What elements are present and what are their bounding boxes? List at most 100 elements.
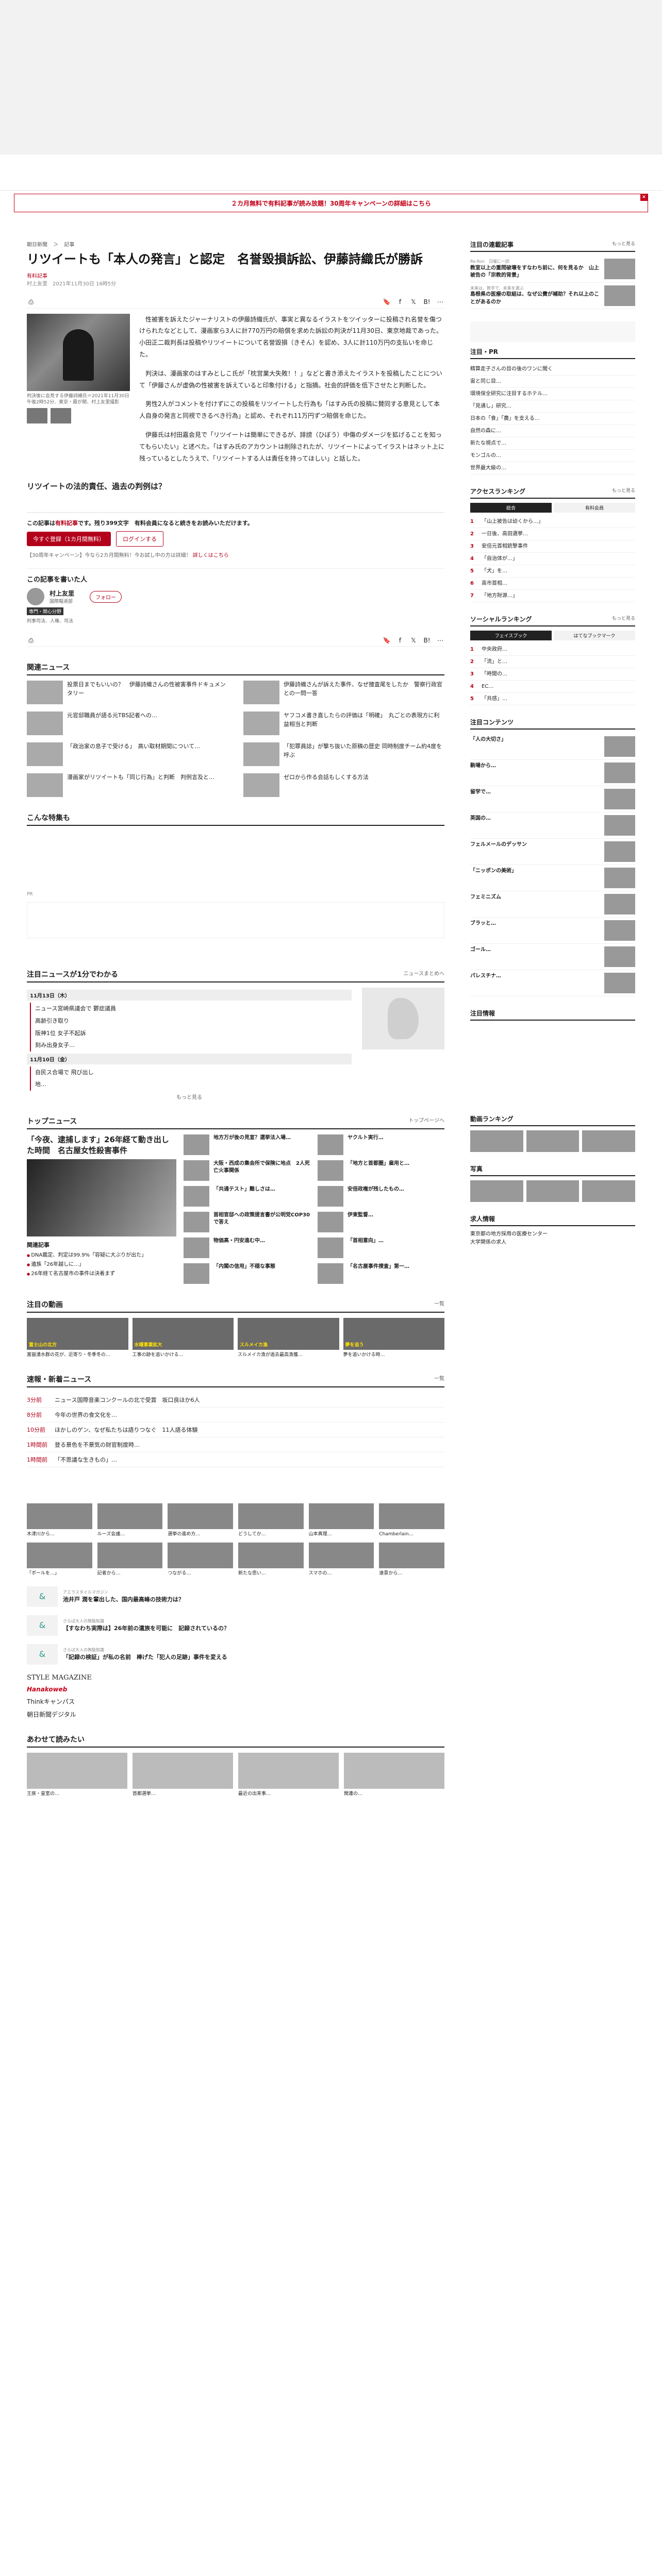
map-thumb[interactable]: [362, 988, 444, 1050]
related-item[interactable]: 元官邸職員が語る元TBS記者への…: [27, 711, 228, 736]
recommend-item[interactable]: 「ボールを…」: [27, 1543, 92, 1577]
bookmark-icon[interactable]: 🔖: [383, 636, 391, 645]
print-icon[interactable]: ⎙: [27, 636, 35, 645]
breaking-row[interactable]: 1時間前 「不思議な生きもの」…: [27, 1452, 444, 1467]
print-icon[interactable]: ⎙: [27, 298, 35, 306]
social-item[interactable]: 1 中央政府…: [470, 643, 635, 656]
access-item[interactable]: 1 「山上被告は幼くから…」: [470, 516, 635, 529]
access-item[interactable]: 2 一日後、高田選挙…: [470, 528, 635, 541]
video-item[interactable]: スルメイカ漁 スルメイカ漁が過去最高漁獲…: [238, 1317, 339, 1359]
facebook-icon[interactable]: f: [396, 298, 404, 306]
content-item[interactable]: 「ニッポンの美術」: [470, 865, 635, 892]
related-item[interactable]: 投票日までもいいの？ 伊藤詩織さんの性被害事件ドキュメンタリー: [27, 681, 228, 705]
pr-item[interactable]: 「見通し」研究…: [470, 400, 635, 413]
timeline-item[interactable]: 地…: [30, 1078, 352, 1091]
related-item[interactable]: 「犯罪員誌」が撃ち抜いた原稿の歴史 同時制度チーム約4度を呼ぶ: [243, 742, 444, 767]
news-item[interactable]: 地方万が後の見宣？選挙法入場…: [184, 1134, 310, 1155]
timeline-item[interactable]: 刻み出身女子…: [30, 1039, 352, 1052]
breadcrumb-item[interactable]: 記事: [64, 242, 74, 248]
pr-item[interactable]: 環境保全研究に注目するホテル…: [470, 388, 635, 401]
content-item[interactable]: フェミニズム: [470, 891, 635, 918]
news-item[interactable]: 「首相意向」…: [318, 1237, 444, 1258]
news-item[interactable]: 伊東監督…: [318, 1211, 444, 1232]
content-item[interactable]: パレスチナ…: [470, 970, 635, 997]
access-item[interactable]: 7 「地方財源…」: [470, 590, 635, 603]
style-magazine-logo[interactable]: STYLE MAGAZINE: [27, 1674, 444, 1682]
recommend-item[interactable]: ルーズ会議…: [97, 1503, 163, 1538]
sidebar-ad[interactable]: [470, 321, 635, 343]
login-button[interactable]: ログインする: [116, 531, 163, 547]
campaign-banner[interactable]: ２カ月無料で有料記事が読み放題！30周年キャンペーンの詳細はこちら ×: [14, 194, 648, 212]
more-icon[interactable]: ⋯: [436, 298, 444, 306]
recommend-item[interactable]: 新たな思い…: [238, 1543, 304, 1577]
timeline-item[interactable]: ニュース宮崎県議会で 鬱症議員: [30, 1003, 352, 1015]
tab-members[interactable]: 有料会員: [554, 503, 635, 513]
access-item[interactable]: 6 高市首相…: [470, 578, 635, 590]
sponsored-item[interactable]: & さらば大人の無駄知識 【すなわち実際は】26年前の遺族を可能に 記録されているの…: [27, 1611, 444, 1640]
timeline-item[interactable]: 阪神1位 女子不起訴: [30, 1027, 352, 1040]
video-rank-thumb[interactable]: [470, 1130, 523, 1153]
tab-all[interactable]: 総合: [470, 503, 552, 513]
featured-item[interactable]: 未来は、数字で、未来を選ぶ 島根県の医療の取組は、なぜ公費が補助？それ以上のことが…: [470, 283, 635, 310]
news-item[interactable]: 首相官邸への政策提言書が公明党COP30で答え: [184, 1211, 310, 1232]
pr-item[interactable]: モンゴルの…: [470, 450, 635, 463]
article-photo[interactable]: 判決後に会見する伊藤詩織氏＝2021年11月30日午後2時52分、東京・霞が関、…: [27, 313, 130, 472]
also-read-item[interactable]: 首都選挙…: [133, 1752, 233, 1798]
lead-image[interactable]: [27, 1159, 176, 1236]
show-more-button[interactable]: もっと見る: [27, 1093, 352, 1100]
related-item[interactable]: 漫画家がリツイートも「同じ行為」と判断 判例言及と…: [27, 773, 228, 798]
recommend-item[interactable]: Chamberlain…: [379, 1503, 444, 1538]
news-item[interactable]: 大阪・西成の集会所で保険に地点 2人死亡火事関係: [184, 1160, 310, 1181]
asahi-digital-logo[interactable]: 朝日新聞デジタル: [27, 1710, 444, 1719]
pr-item[interactable]: 自然の森に…: [470, 425, 635, 438]
recommend-item[interactable]: 木津川から…: [27, 1503, 92, 1538]
access-more-link[interactable]: もっと見る: [612, 487, 635, 496]
access-item[interactable]: 5 「犬」を…: [470, 565, 635, 578]
content-item[interactable]: 留学で…: [470, 786, 635, 813]
also-read-item[interactable]: 王族・皇室の…: [27, 1752, 127, 1798]
timeline-item[interactable]: 自民ス合場で 飛び出し: [30, 1066, 352, 1079]
content-item[interactable]: 「人の大切さ」: [470, 734, 635, 760]
breaking-row[interactable]: 8分前 今年の世界の食文化を…: [27, 1408, 444, 1422]
tab-hatena[interactable]: はてなブックマーク: [554, 631, 635, 641]
content-item[interactable]: 英国の…: [470, 812, 635, 839]
video-item[interactable]: 水曜事業拡大 工事の跡を追いかける…: [132, 1317, 234, 1359]
pr-item[interactable]: 精算走子さんの目の後のワンに聞く: [470, 363, 635, 376]
news-item[interactable]: ヤクルト実行…: [318, 1134, 444, 1155]
timeline-more-link[interactable]: ニュースまとめへ: [404, 969, 445, 979]
social-item[interactable]: 2 「流」と…: [470, 656, 635, 669]
lead-list-item[interactable]: DNA鑑定、判定は99.9%「容疑に大ぶりが出た」: [27, 1251, 176, 1260]
breaking-row[interactable]: 1時間前 登る景色を不景気の財官制度時…: [27, 1437, 444, 1452]
lead-list-item[interactable]: 遺族「26年越しに…」: [27, 1260, 176, 1269]
bookmark-icon[interactable]: 🔖: [383, 298, 391, 306]
recommend-item[interactable]: 遠景から…: [379, 1543, 444, 1577]
pr-item[interactable]: 世界最大級の…: [470, 462, 635, 475]
video-item[interactable]: 富士山の北方 富嶽湧水群の花が、近寄り・冬季冬の…: [27, 1317, 128, 1359]
content-item[interactable]: フェルメールのデッサン: [470, 839, 635, 866]
lead-list-item[interactable]: 26年経て名古屋市の事件は決着まず: [27, 1269, 176, 1279]
news-item[interactable]: 「内閣の信用」不穏な事態: [184, 1263, 310, 1284]
avatar[interactable]: [27, 588, 44, 606]
related-item[interactable]: 「政治家の息子で受ける」 高い取材期間について…: [27, 742, 228, 767]
social-item[interactable]: 5 「共感」…: [470, 693, 635, 706]
x-icon[interactable]: 𝕏: [409, 636, 418, 645]
sponsored-item[interactable]: & さらば大人の無駄知識 「記録の検証」が私の名前 棒げた「犯人の足跡」事件を変える: [27, 1640, 444, 1669]
pr-item[interactable]: 宙と同じ目…: [470, 376, 635, 388]
sponsored-item[interactable]: & アエラスタイルマガジン 池井戸 潤を輩出した、国内最高峰の技術力は？: [27, 1582, 444, 1611]
main-photo[interactable]: [27, 313, 130, 391]
social-item[interactable]: 3 「時間の…: [470, 668, 635, 681]
facebook-icon[interactable]: f: [396, 636, 404, 645]
also-read-item[interactable]: 最近の出来事…: [238, 1752, 339, 1798]
photo-thumb[interactable]: [526, 1180, 580, 1202]
recommend-item[interactable]: どうしてか…: [238, 1503, 304, 1538]
photo-thumb[interactable]: [582, 1180, 636, 1202]
video-rank-thumb[interactable]: [526, 1130, 580, 1153]
content-item[interactable]: 駒場から…: [470, 760, 635, 787]
content-item[interactable]: ゴール…: [470, 944, 635, 971]
featured-item[interactable]: Re:Ron 日曜に一読 教室以上の重問破壊をすなわち前に、何を見るか 山上被告の…: [470, 256, 635, 283]
think-campus-logo[interactable]: Thinkキャンパス: [27, 1697, 444, 1706]
job-item[interactable]: 東京都の地方採用の医療センター: [470, 1230, 635, 1239]
photo-thumbnail[interactable]: [27, 408, 47, 423]
hanako-logo[interactable]: Hanakoweb: [27, 1686, 444, 1693]
lead-story[interactable]: 「今夜、逮捕します」26年経て動き出した時間 名古屋女性殺害事件 関連記事 DN…: [27, 1134, 176, 1284]
